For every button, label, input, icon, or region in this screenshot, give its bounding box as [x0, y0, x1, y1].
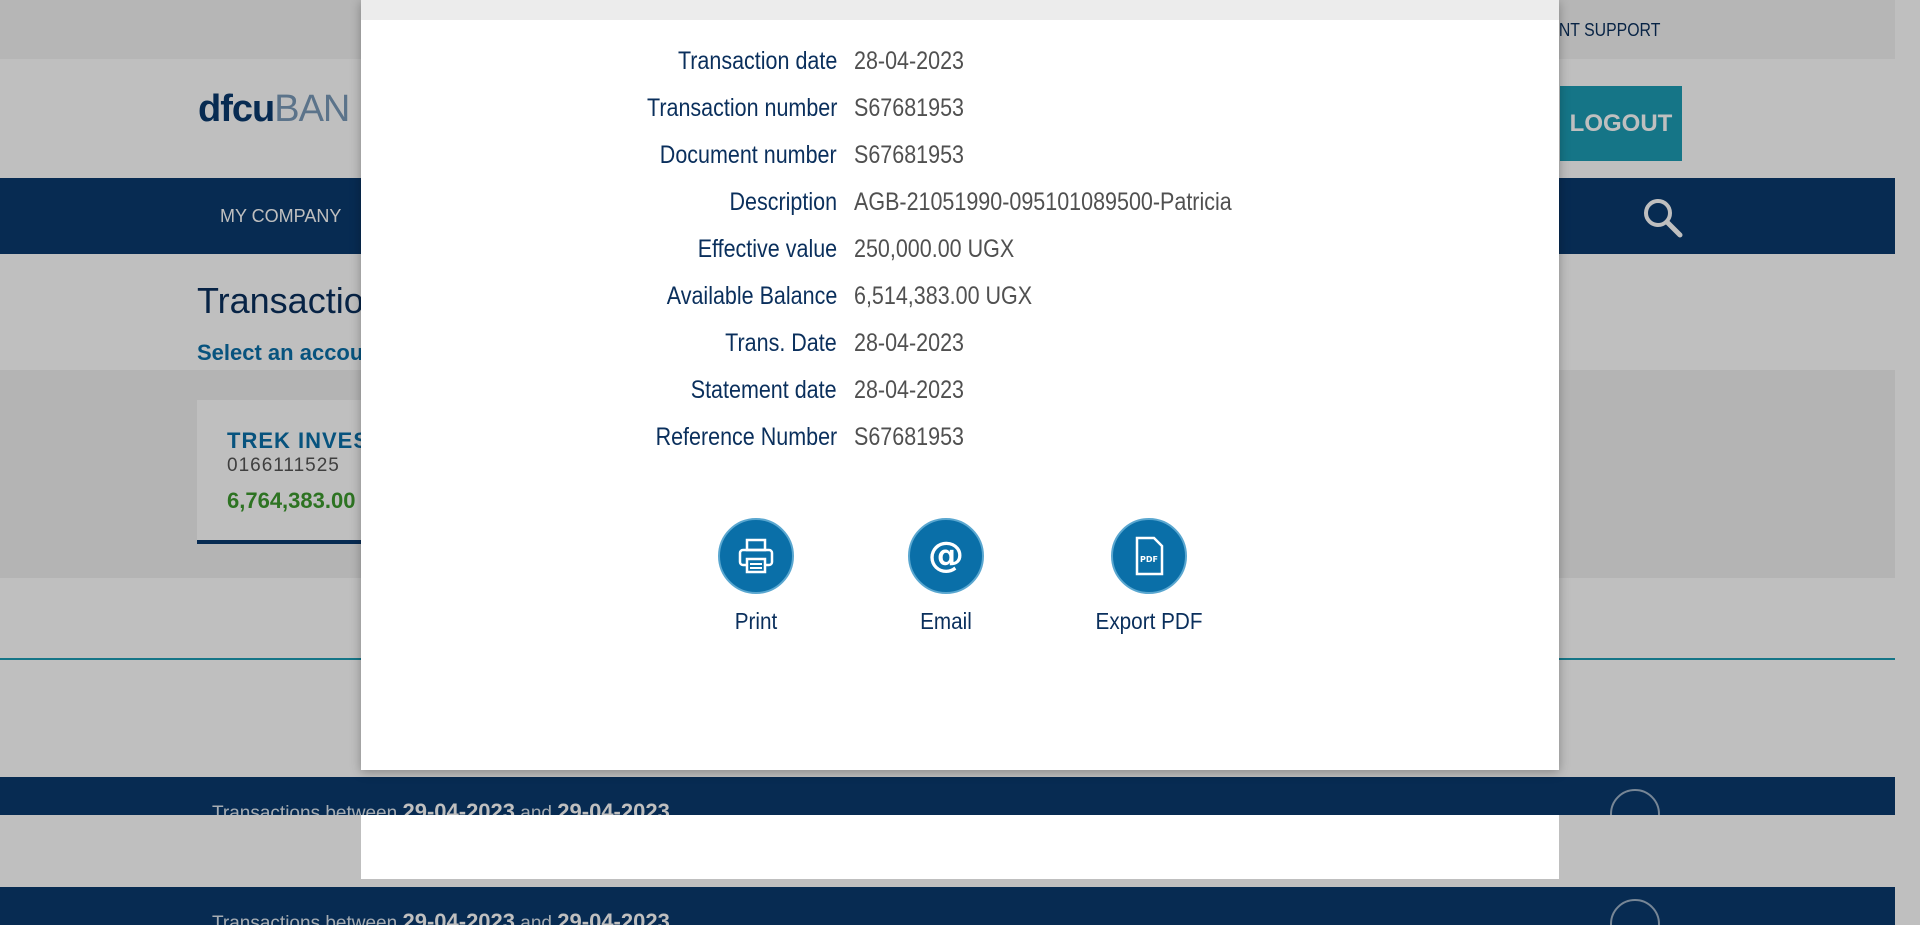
detail-label: Available Balance	[666, 282, 837, 310]
print-label: Print	[734, 608, 778, 634]
detail-row-trans-date: Trans. Date 28-04-2023	[361, 329, 1559, 376]
detail-label: Transaction date	[677, 47, 837, 75]
transaction-details-list: Transaction date 28-04-2023 Transaction …	[361, 47, 1559, 470]
pdf-file-icon[interactable]: PDF	[1111, 518, 1187, 594]
export-pdf-button[interactable]: PDF Export PDF	[1079, 518, 1219, 635]
detail-value: S67681953	[854, 141, 964, 169]
email-button[interactable]: @ Email	[876, 518, 1016, 635]
at-icon[interactable]: @	[908, 518, 984, 594]
print-button[interactable]: Print	[686, 518, 826, 635]
detail-label: Trans. Date	[725, 329, 837, 357]
modal-header-strip	[361, 0, 1559, 20]
email-label: Email	[920, 608, 972, 634]
detail-label: Statement date	[691, 376, 837, 404]
detail-row-description: Description AGB-21051990-095101089500-Pa…	[361, 188, 1559, 235]
export-pdf-label: Export PDF	[1095, 608, 1203, 634]
svg-text:PDF: PDF	[1140, 555, 1158, 564]
detail-label: Description	[729, 188, 837, 216]
detail-label: Transaction number	[646, 94, 837, 122]
detail-row-statement-date: Statement date 28-04-2023	[361, 376, 1559, 423]
modal-underlay-panel	[361, 815, 1559, 879]
detail-value: 250,000.00 UGX	[854, 235, 1015, 263]
detail-label: Document number	[660, 141, 837, 169]
detail-row-available-balance: Available Balance 6,514,383.00 UGX	[361, 282, 1559, 329]
detail-label: Effective value	[697, 235, 837, 263]
svg-text:@: @	[928, 535, 964, 576]
detail-value: 28-04-2023	[854, 329, 964, 357]
detail-value: 28-04-2023	[854, 47, 964, 75]
detail-row-effective-value: Effective value 250,000.00 UGX	[361, 235, 1559, 282]
transaction-details-modal: Transaction date 28-04-2023 Transaction …	[361, 0, 1559, 770]
detail-row-transaction-date: Transaction date 28-04-2023	[361, 47, 1559, 94]
printer-icon[interactable]	[718, 518, 794, 594]
detail-row-reference-number: Reference Number S67681953	[361, 423, 1559, 470]
detail-label: Reference Number	[655, 423, 837, 451]
detail-value: 28-04-2023	[854, 376, 964, 404]
detail-value: AGB-21051990-095101089500-Patricia	[854, 188, 1232, 216]
detail-row-transaction-number: Transaction number S67681953	[361, 94, 1559, 141]
detail-row-document-number: Document number S67681953	[361, 141, 1559, 188]
detail-value: S67681953	[854, 94, 964, 122]
detail-value: S67681953	[854, 423, 964, 451]
detail-value: 6,514,383.00 UGX	[854, 282, 1033, 310]
